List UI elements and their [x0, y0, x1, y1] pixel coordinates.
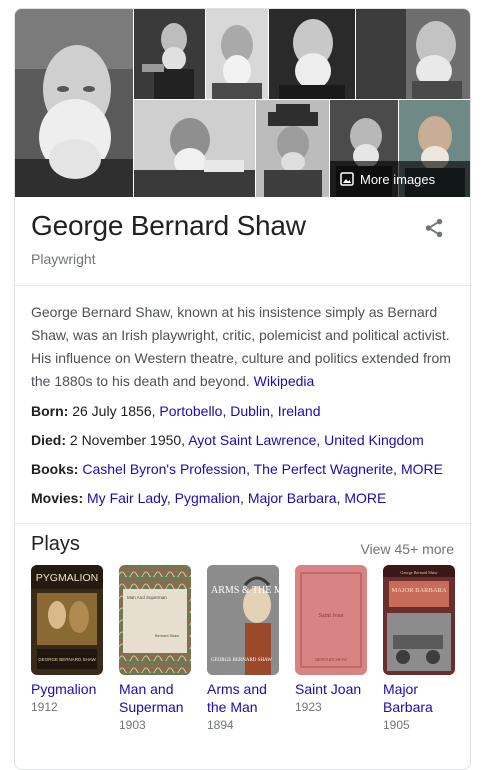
photo-2[interactable] — [134, 9, 205, 99]
divider — [15, 523, 470, 524]
deathplace-link[interactable]: Ayot Saint Lawrence, United Kingdom — [188, 432, 424, 448]
book-cover[interactable]: Man And Superman Bernard Shaw — [119, 565, 191, 675]
play-title[interactable]: Saint Joan — [295, 680, 369, 698]
more-images-label: More images — [360, 171, 436, 187]
photo-4[interactable] — [269, 9, 355, 99]
birthplace-link[interactable]: Portobello, Dublin, Ireland — [159, 403, 320, 419]
movie-link[interactable]: Major Barbara — [248, 490, 337, 506]
play-year: 1894 — [207, 718, 234, 732]
book-cover[interactable]: George Bernard Shaw MAJOR BARBARA — [383, 565, 455, 675]
book-cover[interactable]: Saint Joan BERNARD SHAW — [295, 565, 367, 675]
photo-7[interactable] — [256, 100, 329, 197]
cover-author: GEORGE BERNARD SHAW — [38, 657, 96, 662]
movie-link[interactable]: Pygmalion — [175, 490, 240, 506]
play-title[interactable]: Pygmalion — [31, 680, 105, 698]
fact-died: Died: 2 November 1950, Ayot Saint Lawren… — [31, 432, 424, 448]
entity-subtitle: Playwright — [31, 251, 96, 267]
entity-title: George Bernard Shaw — [31, 210, 306, 241]
play-card[interactable]: Man And Superman Bernard Shaw Man and Su… — [119, 565, 193, 733]
play-card[interactable]: ARMS & THE MAN GEORGE BERNARD SHAW Arms … — [207, 565, 281, 733]
image-icon — [340, 172, 354, 186]
book-link[interactable]: The Perfect Wagnerite — [254, 461, 394, 477]
fact-value: 26 July 1856, — [72, 403, 156, 419]
share-icon[interactable] — [423, 217, 445, 239]
movie-link[interactable]: My Fair Lady — [87, 490, 167, 506]
play-title[interactable]: Man and Superman — [119, 680, 193, 716]
cover-title: Man And Superman — [127, 595, 167, 600]
cover-author: BERNARD SHAW — [315, 657, 347, 662]
cover-author: Bernard Shaw — [155, 634, 179, 638]
book-link[interactable]: Cashel Byron's Profession — [82, 461, 246, 477]
fact-movies: Movies: My Fair Lady, Pygmalion, Major B… — [31, 490, 387, 506]
play-title[interactable]: Arms and the Man — [207, 680, 281, 716]
play-year: 1903 — [119, 718, 146, 732]
cover-title: Saint Joan — [319, 613, 344, 619]
fact-label: Books: — [31, 461, 79, 477]
play-year: 1912 — [31, 700, 58, 714]
view-more-link[interactable]: View 45+ more — [360, 541, 454, 557]
image-gallery[interactable]: More images — [15, 9, 470, 197]
book-cover[interactable]: ARMS & THE MAN GEORGE BERNARD SHAW — [207, 565, 279, 675]
photo-6[interactable] — [134, 100, 255, 197]
fact-label: Movies: — [31, 490, 84, 506]
play-year: 1923 — [295, 700, 322, 714]
fact-label: Born: — [31, 403, 69, 419]
description: George Bernard Shaw, known at his insist… — [31, 301, 456, 393]
cover-title: MAJOR BARBARA — [391, 587, 446, 594]
fact-label: Died: — [31, 432, 66, 448]
book-cover[interactable]: PYGMALION GEORGE BERNARD SHAW — [31, 565, 103, 675]
cover-title: ARMS & THE MAN — [211, 585, 279, 596]
fact-value: 2 November 1950, — [69, 432, 186, 448]
photo-5[interactable] — [356, 9, 470, 99]
cover-author: George Bernard Shaw — [400, 570, 437, 575]
plays-heading: Plays — [31, 533, 80, 555]
play-year: 1905 — [383, 718, 410, 732]
more-images-button[interactable]: More images — [330, 161, 470, 197]
portrait-main[interactable] — [15, 9, 133, 197]
photo-3[interactable] — [206, 9, 268, 99]
play-title[interactable]: Major Barbara — [383, 680, 457, 716]
fact-books: Books: Cashel Byron's Profession, The Pe… — [31, 461, 443, 477]
play-card[interactable]: PYGMALION GEORGE BERNARD SHAW Pygmalion … — [31, 565, 105, 715]
cover-title: PYGMALION — [36, 572, 98, 584]
knowledge-panel: More images George Bernard Shaw Playwrig… — [14, 8, 471, 770]
divider — [15, 285, 470, 286]
play-card[interactable]: Saint Joan BERNARD SHAW Saint Joan 1923 — [295, 565, 369, 715]
description-text: George Bernard Shaw, known at his insist… — [31, 304, 451, 389]
cover-author: GEORGE BERNARD SHAW — [211, 658, 272, 663]
books-more-link[interactable]: MORE — [401, 461, 443, 477]
play-card[interactable]: George Bernard Shaw MAJOR BARBARA Major … — [383, 565, 457, 733]
movies-more-link[interactable]: MORE — [344, 490, 386, 506]
wikipedia-link[interactable]: Wikipedia — [254, 373, 315, 389]
fact-born: Born: 26 July 1856, Portobello, Dublin, … — [31, 403, 321, 419]
